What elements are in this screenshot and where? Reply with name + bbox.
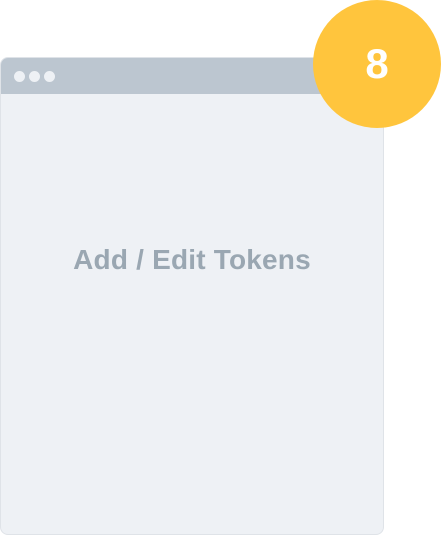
step-badge: 8 [313,0,441,128]
window-controls [14,71,55,82]
page-title: Add / Edit Tokens [73,244,311,275]
window-dot-icon[interactable] [14,71,25,82]
step-number: 8 [365,40,389,87]
app-window: Add / Edit Tokens [0,57,384,535]
window-dot-icon[interactable] [44,71,55,82]
window-dot-icon[interactable] [29,71,40,82]
